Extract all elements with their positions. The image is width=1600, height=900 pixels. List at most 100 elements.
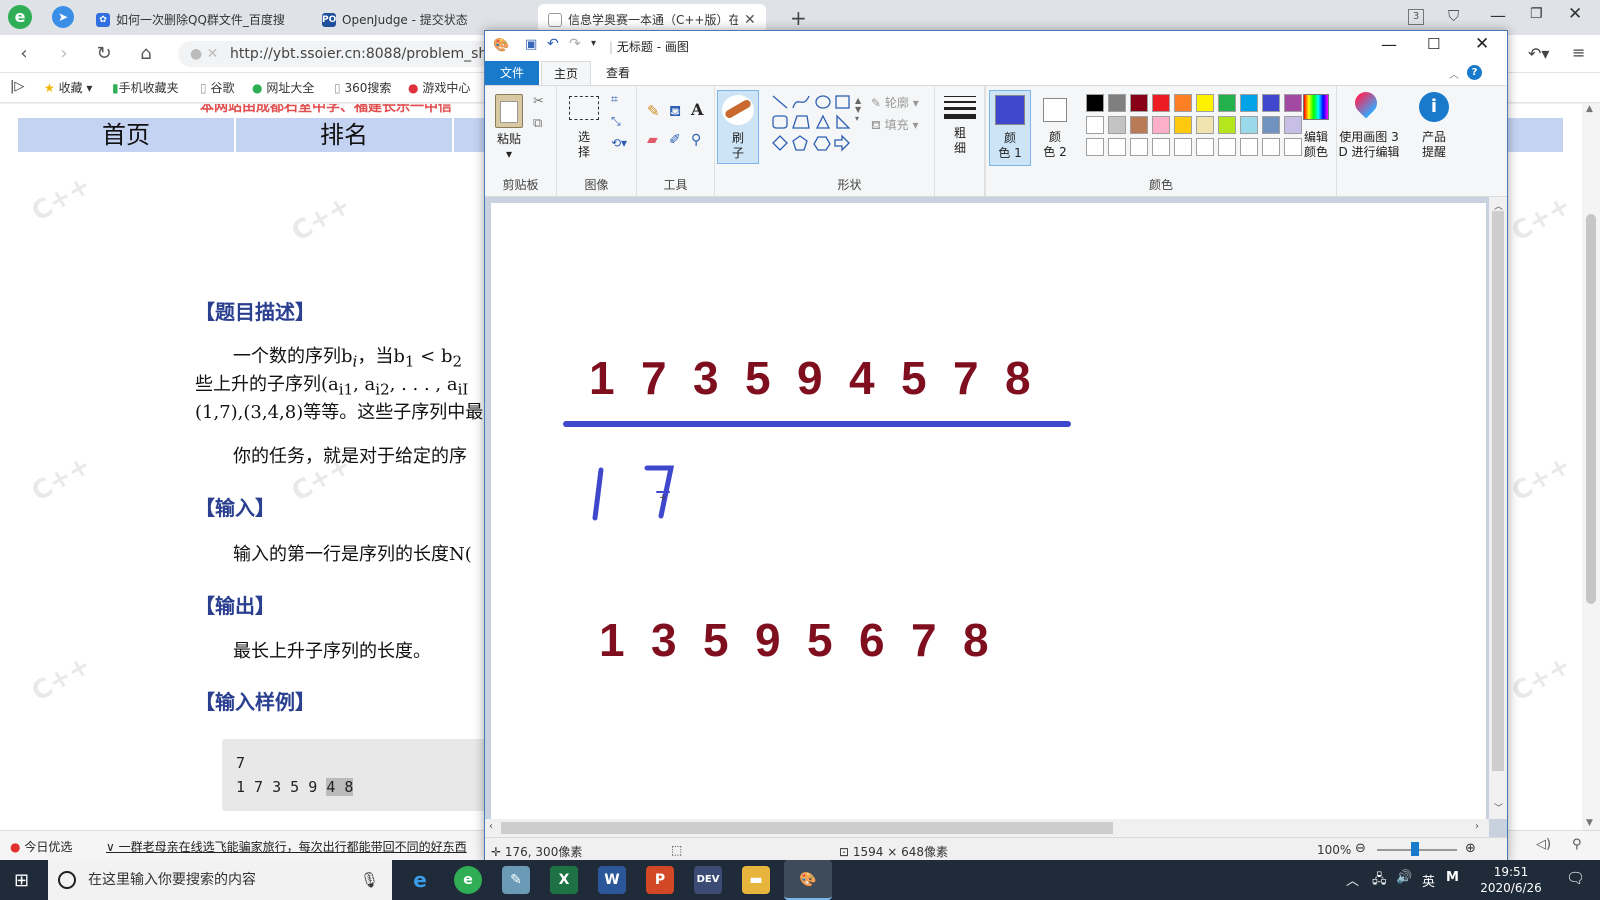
info-icon[interactable]: i <box>1419 92 1449 122</box>
fill-button[interactable]: ⛾ 填充 ▾ <box>871 116 919 134</box>
undo-close-icon[interactable]: ↶▾ <box>1528 44 1549 63</box>
taskbar-search[interactable]: 在这里输入你要搜索的内容 🎙 <box>48 860 392 900</box>
redo-icon[interactable]: ↷ <box>569 36 581 52</box>
shapes-scroll-icon[interactable]: ▲ ▼ ▾ <box>855 96 861 123</box>
paint-maximize-icon[interactable]: ☐ <box>1427 35 1440 53</box>
rainbow-icon[interactable] <box>1303 94 1329 120</box>
close-tab-icon[interactable]: ✕ <box>744 12 756 28</box>
palette-swatch[interactable] <box>1240 94 1258 112</box>
restore-icon[interactable]: ❐ <box>1530 6 1543 22</box>
edge-icon[interactable]: e <box>406 866 434 894</box>
select-icon[interactable] <box>569 96 599 120</box>
palette-swatch[interactable] <box>1108 94 1126 112</box>
notes-icon[interactable]: ✎ <box>502 866 530 894</box>
volume-icon[interactable]: ◁) <box>1536 837 1551 852</box>
scroll-right-icon[interactable]: › <box>1475 821 1479 832</box>
fill-icon[interactable]: ⛾ <box>669 102 681 122</box>
tab-home[interactable]: 主页 <box>541 61 591 85</box>
file-explorer-icon[interactable]: ▬ <box>742 866 770 894</box>
palette-swatch[interactable] <box>1218 138 1236 156</box>
palette-swatch[interactable] <box>1108 116 1126 134</box>
palette-swatch[interactable] <box>1174 138 1192 156</box>
tab-baidu[interactable]: ✿ 如何一次删除QQ群文件_百度搜 <box>86 4 296 35</box>
line-width-icon[interactable] <box>944 96 976 120</box>
eraser-icon[interactable]: ▰ <box>647 132 658 148</box>
paint3d-icon[interactable] <box>1350 87 1382 122</box>
hscroll-thumb[interactable] <box>501 822 1113 834</box>
product-alert-button[interactable]: 产品 提醒 <box>1411 130 1457 160</box>
ime-indicator[interactable]: 英 <box>1422 871 1435 890</box>
palette-swatch[interactable] <box>1218 116 1236 134</box>
tray-expand-icon[interactable]: ︿ <box>1346 870 1359 889</box>
news-ticker[interactable]: ∨ 一群老母亲在线选飞能骗家旅行，每次出行都能带回不同的好东西 <box>106 838 486 855</box>
paste-button[interactable]: 粘贴 ▾ <box>491 132 527 162</box>
paint-app-icon[interactable]: 🎨 <box>493 38 509 53</box>
palette-swatch[interactable] <box>1284 94 1302 112</box>
save-icon[interactable]: ▣ <box>525 37 537 52</box>
cut-icon[interactable]: ✂ <box>533 94 544 109</box>
send-icon[interactable]: ➤ <box>52 6 74 28</box>
magnifier-icon[interactable]: ⚲ <box>691 132 701 148</box>
palette-swatch[interactable] <box>1086 138 1104 156</box>
browser-logo-icon[interactable]: e <box>8 5 32 29</box>
home-icon[interactable]: ⌂ <box>134 43 158 65</box>
new-tab-icon[interactable]: + <box>790 6 807 30</box>
tab-count-badge[interactable]: 3 <box>1408 9 1424 25</box>
paint3d-button[interactable]: 使用画图 3 D 进行编辑 <box>1333 130 1405 160</box>
devcpp-icon[interactable]: DEV <box>694 866 722 894</box>
pencil-icon[interactable]: ✎ <box>647 102 660 120</box>
color-picker-icon[interactable]: ✐ <box>669 132 681 148</box>
tab-file[interactable]: 文件 <box>485 61 539 85</box>
scrollbar-thumb[interactable] <box>1586 214 1596 604</box>
fav-360[interactable]: ▯ 360搜索 <box>334 79 391 96</box>
page-scrollbar[interactable]: ▲ ▼ <box>1582 104 1600 830</box>
menu-icon[interactable]: ≡ <box>1572 43 1585 62</box>
outline-button[interactable]: ✎ 轮廓 ▾ <box>871 94 919 111</box>
palette-swatch[interactable] <box>1218 94 1236 112</box>
back-icon[interactable]: ‹ <box>12 43 36 65</box>
palette-swatch[interactable] <box>1152 116 1170 134</box>
vscroll-thumb[interactable] <box>1492 211 1504 771</box>
windows-start-icon[interactable]: ⊞ <box>14 870 29 891</box>
word-icon[interactable]: W <box>598 866 626 894</box>
scroll-up-icon[interactable]: ▲ <box>1586 104 1593 114</box>
palette-swatch[interactable] <box>1130 116 1148 134</box>
fav-urls[interactable]: ● 网址大全 <box>252 79 314 96</box>
clock[interactable]: 19:51 2020/6/26 <box>1476 864 1546 896</box>
palette-swatch[interactable] <box>1086 94 1104 112</box>
sidebar-toggle-icon[interactable]: |▷ <box>10 79 24 94</box>
tab-view[interactable]: 查看 <box>593 61 643 85</box>
speaker-icon[interactable]: 🔊 <box>1396 870 1412 885</box>
palette-swatch[interactable] <box>1240 116 1258 134</box>
brushes-button[interactable]: 刷 子 <box>717 90 759 164</box>
canvas-vscrollbar[interactable]: ︿ ﹀ <box>1489 197 1507 819</box>
minimize-icon[interactable]: — <box>1490 6 1506 25</box>
fav-mobile[interactable]: ▮手机收藏夹 <box>112 79 179 96</box>
paint-close-icon[interactable]: ✕ <box>1475 34 1489 54</box>
today-picks[interactable]: ● 今日优选 <box>10 838 72 855</box>
fav-google[interactable]: ▯ 谷歌 <box>200 79 234 96</box>
palette-swatch[interactable] <box>1262 138 1280 156</box>
qat-dropdown-icon[interactable]: ▾ <box>591 38 596 49</box>
help-icon[interactable]: ? <box>1467 65 1482 80</box>
crop-icon[interactable]: ⌗ <box>611 92 618 107</box>
refresh-icon[interactable]: ↻ <box>92 43 116 65</box>
shapes-gallery[interactable] <box>771 94 853 152</box>
copy-icon[interactable]: ⧉ <box>533 116 542 131</box>
excel-icon[interactable]: X <box>550 866 578 894</box>
powerpoint-icon[interactable]: P <box>646 866 674 894</box>
rotate-icon[interactable]: ⟲▾ <box>611 136 627 150</box>
paste-icon[interactable] <box>495 94 523 128</box>
palette-swatch[interactable] <box>1152 138 1170 156</box>
resize-icon[interactable]: ⤡ <box>611 114 621 129</box>
palette-swatch[interactable] <box>1196 138 1214 156</box>
palette-swatch[interactable] <box>1262 94 1280 112</box>
text-icon[interactable]: A <box>691 100 703 119</box>
notification-icon[interactable]: 🗨 <box>1566 869 1585 887</box>
scroll-down-icon[interactable]: ﹀ <box>1494 801 1503 814</box>
paint-taskbar-icon[interactable]: 🎨 <box>784 860 832 900</box>
palette-swatch[interactable] <box>1152 94 1170 112</box>
palette-swatch[interactable] <box>1174 116 1192 134</box>
palette-swatch[interactable] <box>1262 116 1280 134</box>
paint-minimize-icon[interactable]: — <box>1381 35 1397 54</box>
